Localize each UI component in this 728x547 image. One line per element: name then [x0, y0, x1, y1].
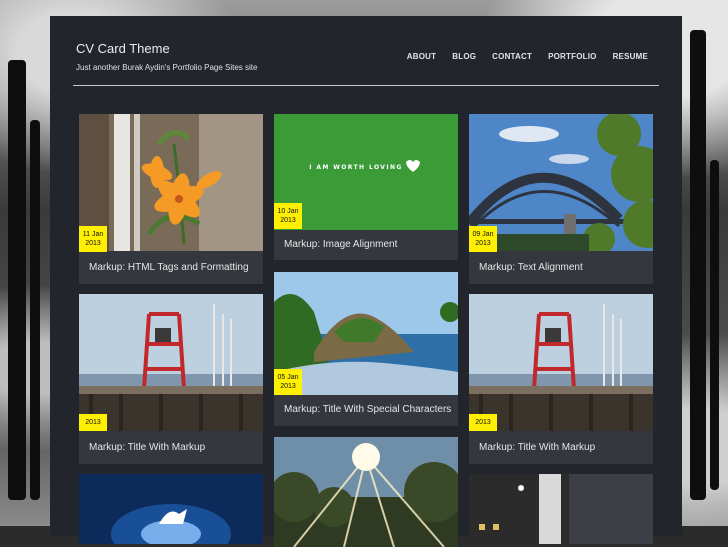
post-title-link[interactable]: Markup: Title With Markup: [479, 442, 595, 453]
post-card[interactable]: I AM WORTH LOVING 10 Jan 2013 Markup: Ima…: [274, 114, 458, 260]
page-container: CV Card Theme Just another Burak Aydin's…: [50, 16, 682, 547]
post-card[interactable]: 09 Jan 2013 Markup: Text Alignment: [469, 114, 653, 284]
site-title[interactable]: CV Card Theme: [76, 41, 170, 56]
post-title-link[interactable]: Markup: Text Alignment: [479, 262, 583, 273]
date-badge: 2013: [469, 414, 497, 431]
nav-item-contact[interactable]: CONTACT: [492, 52, 532, 61]
header-divider: [73, 85, 659, 86]
post-card[interactable]: 05 Jan 2013 Markup: Title With Special Ch…: [274, 272, 458, 426]
nav-item-resume[interactable]: RESUME: [613, 52, 648, 61]
tree-trunk: [690, 30, 706, 500]
post-title-link[interactable]: Markup: Image Alignment: [284, 239, 397, 250]
banner-text: I AM WORTH LOVING: [309, 164, 402, 171]
post-thumbnail[interactable]: [469, 294, 653, 431]
date-badge: 2013: [79, 414, 107, 431]
post-thumbnail[interactable]: [469, 474, 653, 544]
post-thumbnail[interactable]: [79, 294, 263, 431]
post-title-link[interactable]: Markup: Title With Markup: [89, 442, 205, 453]
tree-trunk: [710, 160, 719, 490]
date-badge: 11 Jan 2013: [79, 226, 107, 252]
post-card[interactable]: 2013 Markup: Title With Markup: [79, 294, 263, 464]
post-card[interactable]: [79, 474, 263, 544]
post-thumbnail[interactable]: [274, 437, 458, 547]
site-description: Just another Burak Aydin's Portfolio Pag…: [76, 63, 258, 72]
nav-item-portfolio[interactable]: PORTFOLIO: [548, 52, 596, 61]
post-card[interactable]: [274, 437, 458, 547]
date-badge: 05 Jan 2013: [274, 369, 302, 395]
nav-item-about[interactable]: ABOUT: [407, 52, 436, 61]
post-card[interactable]: [469, 474, 653, 544]
tree-trunk: [30, 120, 40, 500]
main-nav: ABOUT BLOG CONTACT PORTFOLIO RESUME: [407, 52, 648, 61]
post-thumbnail[interactable]: [79, 474, 263, 544]
post-card[interactable]: 11 Jan 2013 Markup: HTML Tags and Formatt…: [79, 114, 263, 284]
date-badge: 10 Jan 2013: [274, 203, 302, 229]
nav-item-blog[interactable]: BLOG: [452, 52, 476, 61]
post-title-link[interactable]: Markup: Title With Special Characters: [284, 404, 451, 415]
post-title-link[interactable]: Markup: HTML Tags and Formatting: [89, 262, 249, 273]
tree-trunk: [8, 60, 26, 500]
date-badge: 09 Jan 2013: [469, 226, 497, 252]
post-card[interactable]: 2013 Markup: Title With Markup: [469, 294, 653, 464]
